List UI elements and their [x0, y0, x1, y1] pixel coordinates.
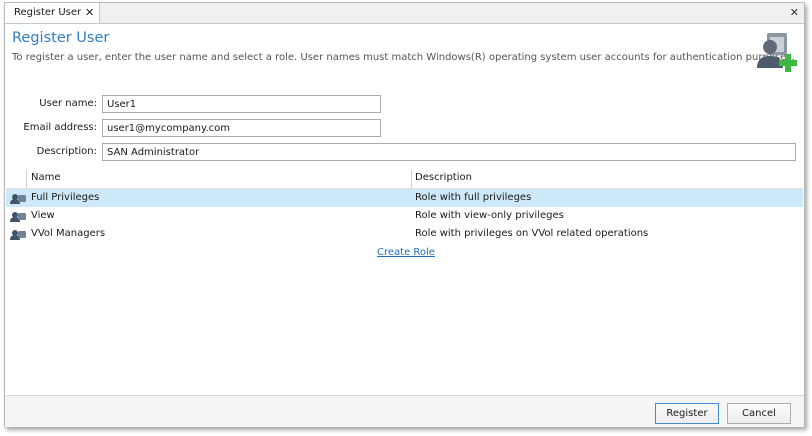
column-separator	[26, 170, 27, 188]
role-icon	[10, 230, 26, 240]
role-name: View	[31, 210, 55, 221]
tab-label: Register User	[14, 7, 82, 18]
description-input[interactable]: SAN Administrator	[102, 143, 796, 161]
role-description: Role with full privileges	[415, 192, 532, 203]
email-label: Email address:	[23, 122, 97, 133]
role-row-vvol-managers[interactable]: VVol Managers Role with privileges on VV…	[6, 225, 803, 243]
description-label: Description:	[36, 146, 97, 157]
role-description: Role with view-only privileges	[415, 210, 564, 221]
cancel-button[interactable]: Cancel	[727, 403, 791, 424]
tab-register-user[interactable]: Register User ✕	[5, 3, 100, 23]
role-description: Role with privileges on VVol related ope…	[415, 228, 649, 239]
register-user-window: Register User ✕ ✕ Register User To regis…	[4, 2, 805, 427]
role-name: Full Privileges	[31, 192, 100, 203]
page-title: Register User	[12, 30, 110, 46]
role-icon	[10, 194, 26, 204]
username-input[interactable]: User1	[102, 95, 381, 113]
user-add-icon	[757, 33, 797, 72]
column-header-name[interactable]: Name	[31, 172, 61, 183]
page-description: To register a user, enter the user name …	[12, 52, 795, 63]
tab-strip: Register User ✕ ✕	[5, 3, 804, 24]
email-input[interactable]: user1@mycompany.com	[102, 119, 381, 137]
role-name: VVol Managers	[31, 228, 106, 239]
username-label: User name:	[39, 98, 97, 109]
dialog-footer: Register Cancel	[5, 395, 804, 427]
roles-grid-header: Name Description	[6, 170, 803, 189]
register-button[interactable]: Register	[655, 403, 719, 424]
role-row-view[interactable]: View Role with view-only privileges	[6, 207, 803, 225]
column-header-description[interactable]: Description	[415, 172, 472, 183]
create-role-link[interactable]: Create Role	[377, 247, 435, 258]
role-icon	[10, 212, 26, 222]
role-row-full-privileges[interactable]: Full Privileges Role with full privilege…	[6, 189, 803, 207]
column-separator[interactable]	[411, 170, 412, 188]
tab-close-icon[interactable]: ✕	[85, 6, 94, 19]
window-close-icon[interactable]: ✕	[790, 6, 799, 19]
